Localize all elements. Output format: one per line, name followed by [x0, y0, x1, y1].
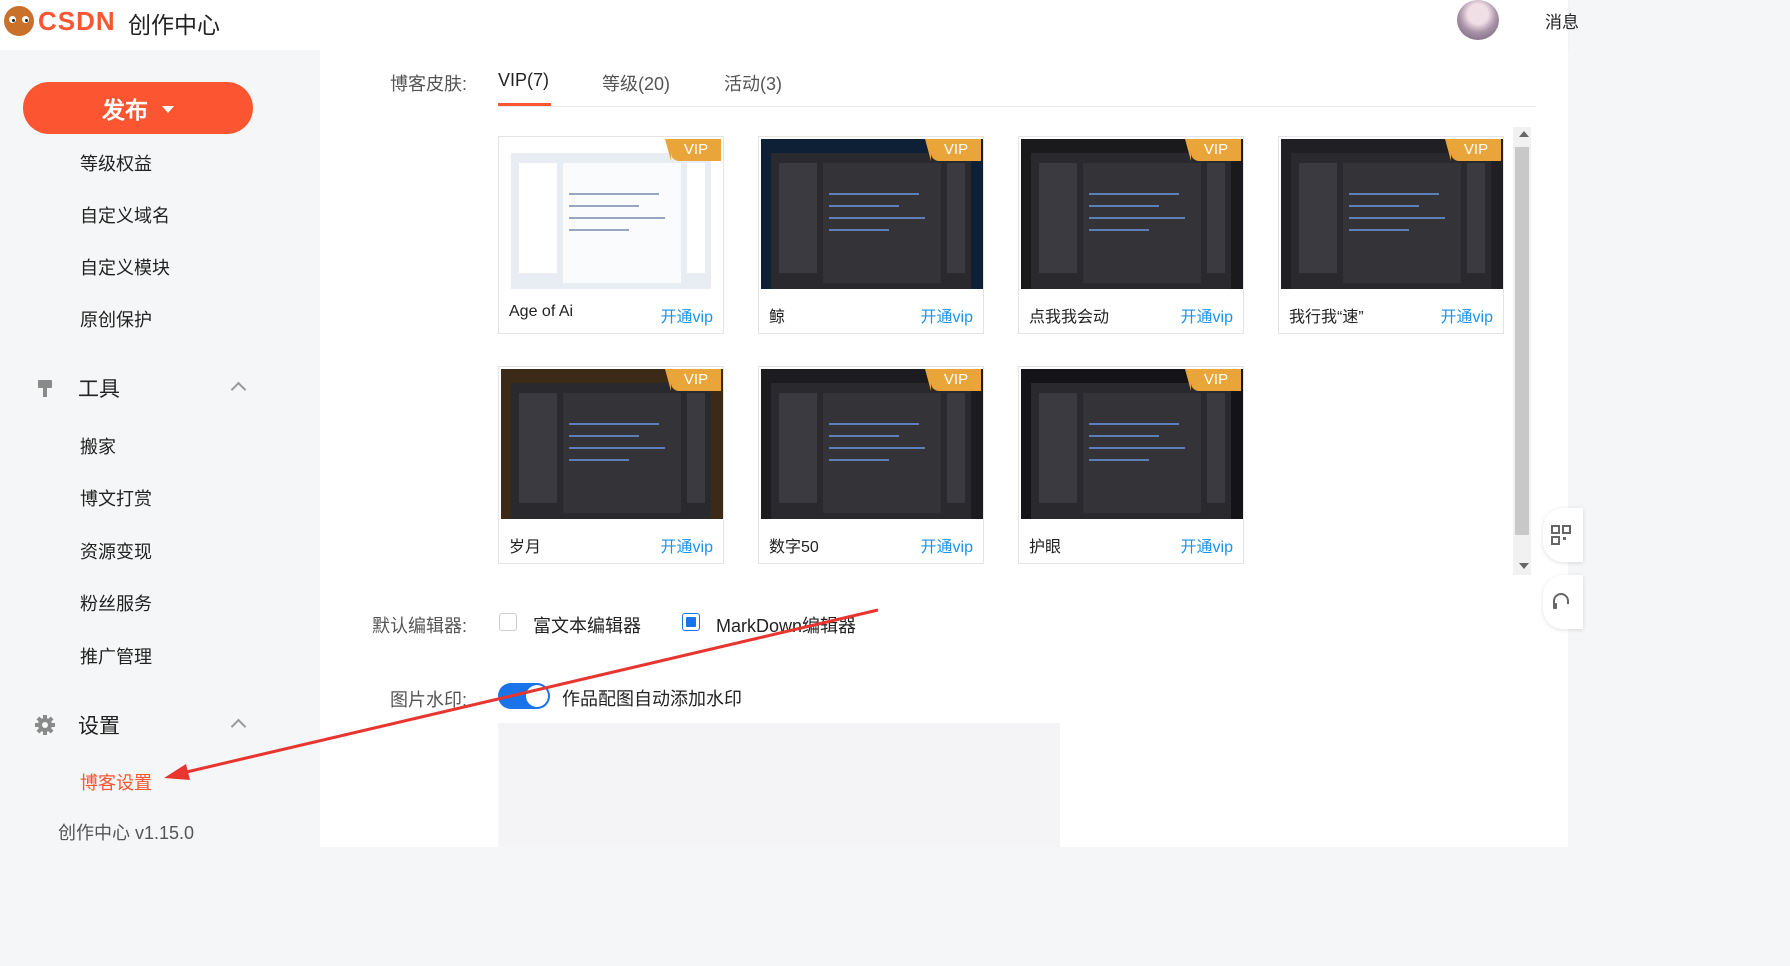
skin-card[interactable]: VIP 点我我会动 开通vip	[1018, 136, 1244, 334]
open-vip-link[interactable]: 开通vip	[921, 533, 973, 557]
tab-divider	[498, 106, 1536, 107]
toggle-knob	[526, 685, 548, 707]
sidebar-item-reward[interactable]: 博文打赏	[80, 485, 152, 511]
rich-text-editor-label[interactable]: 富文本编辑器	[533, 612, 641, 638]
sidebar-item-custom-domain[interactable]: 自定义域名	[80, 202, 170, 228]
sidebar-section-tools[interactable]: 工具	[34, 373, 120, 403]
markdown-editor-checkbox[interactable]	[682, 613, 700, 631]
main-panel: 博客皮肤: VIP(7) 等级(20) 活动(3) VIP Age of Ai …	[320, 50, 1568, 847]
qr-code-float-button[interactable]	[1543, 508, 1583, 562]
vip-badge: VIP	[1185, 139, 1241, 161]
skin-preview-image	[1021, 369, 1243, 519]
vip-badge: VIP	[665, 369, 721, 391]
open-vip-link[interactable]: 开通vip	[661, 533, 713, 557]
skin-card[interactable]: VIP Age of Ai 开通vip	[498, 136, 724, 334]
watermark-preview-area	[498, 723, 1060, 847]
publish-button[interactable]: 发布	[23, 82, 253, 134]
sidebar-item-blog-settings[interactable]: 博客设置	[80, 769, 152, 795]
sidebar-item-level-rights[interactable]: 等级权益	[80, 150, 152, 176]
open-vip-link[interactable]: 开通vip	[1181, 303, 1233, 327]
top-bar: CSDN 创作中心 消息	[0, 0, 1579, 50]
caret-down-icon	[162, 105, 174, 113]
watermark-toggle-label: 作品配图自动添加水印	[562, 689, 742, 709]
skin-card[interactable]: VIP 鲸 开通vip	[758, 136, 984, 334]
vip-badge: VIP	[665, 139, 721, 161]
tab-level[interactable]: 等级(20)	[602, 70, 670, 96]
skin-card[interactable]: VIP 数字50 开通vip	[758, 366, 984, 564]
sidebar-item-original-protection[interactable]: 原创保护	[80, 306, 152, 332]
settings-title: 设置	[78, 715, 120, 738]
gear-icon	[34, 714, 56, 736]
open-vip-link[interactable]: 开通vip	[661, 303, 713, 327]
sidebar-item-promotion[interactable]: 推广管理	[80, 643, 152, 669]
customer-service-float-button[interactable]	[1543, 575, 1583, 629]
brush-icon	[34, 377, 56, 399]
sidebar-section-settings[interactable]: 设置	[34, 710, 120, 740]
csdn-logo[interactable]: CSDN	[4, 4, 116, 38]
open-vip-link[interactable]: 开通vip	[1181, 533, 1233, 557]
publish-label: 发布	[102, 97, 148, 123]
tab-vip[interactable]: VIP(7)	[498, 70, 549, 91]
scrollbar-thumb[interactable]	[1515, 147, 1529, 535]
skin-name: 数字50	[769, 539, 819, 556]
chevron-up-icon[interactable]	[230, 381, 247, 398]
skin-preview-image	[761, 139, 983, 289]
skin-name: 鲸	[769, 309, 786, 326]
messages-link[interactable]: 消息	[1545, 8, 1579, 33]
csdn-mascot-icon	[4, 6, 34, 36]
skin-preview-image	[501, 369, 723, 519]
sidebar-item-monetize[interactable]: 资源变现	[80, 538, 152, 564]
skin-preview-image	[761, 369, 983, 519]
open-vip-link[interactable]: 开通vip	[921, 303, 973, 327]
open-vip-link[interactable]: 开通vip	[1441, 303, 1493, 327]
chevron-up-icon[interactable]	[230, 718, 247, 735]
skin-list-scrollbar[interactable]	[1513, 127, 1531, 575]
version-label: 创作中心 v1.15.0	[58, 823, 195, 843]
skin-preview-image	[501, 139, 723, 289]
skin-card[interactable]: VIP 我行我“速” 开通vip	[1278, 136, 1504, 334]
markdown-editor-label[interactable]: MarkDown编辑器	[716, 612, 856, 638]
skin-preview-image	[1281, 139, 1503, 289]
skin-name: 岁月	[509, 539, 542, 556]
sidebar-item-move[interactable]: 搬家	[80, 433, 116, 459]
headset-icon	[1553, 593, 1569, 609]
tools-title: 工具	[78, 378, 120, 401]
skin-card[interactable]: VIP 护眼 开通vip	[1018, 366, 1244, 564]
skin-name: Age of Ai	[509, 303, 574, 320]
vip-badge: VIP	[1185, 369, 1241, 391]
skin-name: 我行我“速”	[1289, 309, 1364, 326]
rich-text-editor-checkbox[interactable]	[499, 613, 517, 631]
scroll-up-icon[interactable]	[1519, 131, 1529, 137]
sidebar-item-fans[interactable]: 粉丝服务	[80, 590, 152, 616]
qr-code-icon	[1551, 525, 1571, 545]
tab-activity[interactable]: 活动(3)	[724, 70, 782, 96]
skin-preview-image	[1021, 139, 1243, 289]
vip-badge: VIP	[925, 139, 981, 161]
app-title: 创作中心	[128, 12, 220, 38]
vip-badge: VIP	[925, 369, 981, 391]
editor-label: 默认编辑器:	[372, 616, 468, 636]
logo-text: CSDN	[38, 5, 116, 36]
sidebar: 发布 等级权益 自定义域名 自定义模块 原创保护 工具 搬家 博文打赏 资源变现…	[0, 50, 320, 847]
vip-badge: VIP	[1445, 139, 1501, 161]
sidebar-item-custom-module[interactable]: 自定义模块	[80, 254, 170, 280]
watermark-label: 图片水印:	[390, 690, 468, 710]
skin-name: 护眼	[1029, 539, 1062, 556]
skin-name: 点我我会动	[1029, 309, 1110, 326]
watermark-toggle[interactable]	[498, 683, 550, 709]
skin-card[interactable]: VIP 岁月 开通vip	[498, 366, 724, 564]
scroll-down-icon[interactable]	[1519, 563, 1529, 569]
skin-label: 博客皮肤:	[390, 74, 468, 94]
user-avatar[interactable]	[1457, 0, 1499, 40]
